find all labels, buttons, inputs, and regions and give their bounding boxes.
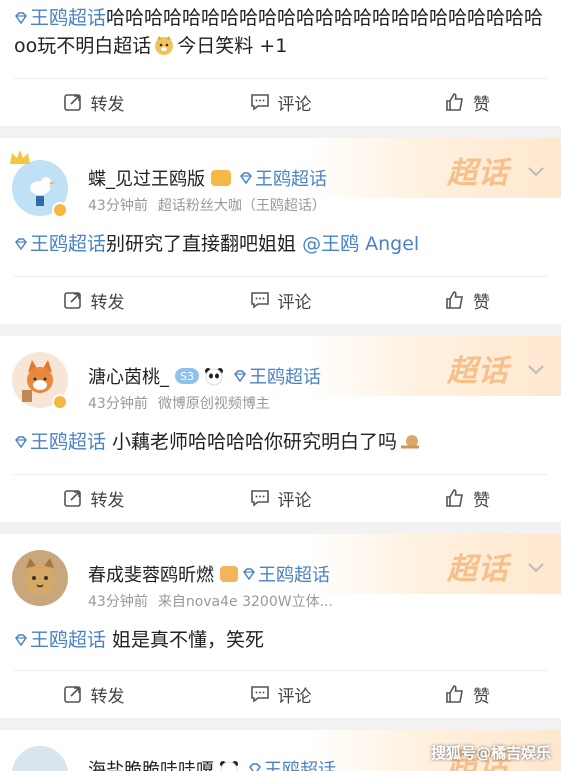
verified-badge — [52, 394, 68, 410]
repost-icon — [63, 490, 81, 507]
user-row: 溏心茵桃_ S3 王鸥超话 — [88, 363, 321, 389]
diamond-icon — [240, 172, 252, 185]
panda-icon — [220, 761, 238, 771]
post-meta: 43分钟前 微博原创视频博主 — [88, 393, 270, 413]
supertopic-logo: 超话 — [447, 156, 509, 191]
action-bar: 转发 评论 赞 — [0, 674, 561, 714]
username[interactable]: 海盐脆脆哇哇嘎 — [88, 756, 214, 771]
post-text: 王鸥超话 小藕老师哈哈哈哈你研究明白了吗 — [0, 428, 437, 456]
repost-button[interactable]: 转发 — [0, 674, 187, 714]
diamond-icon — [234, 370, 246, 383]
topic-tag[interactable]: 王鸥超话 — [239, 165, 327, 191]
fan-badge-icon — [220, 566, 238, 582]
fan-badge-icon — [211, 170, 231, 186]
divider — [14, 78, 547, 79]
divider — [14, 276, 547, 277]
action-bar: 转发 评论 赞 — [0, 280, 561, 320]
supertopic-logo: 超话 — [447, 552, 509, 587]
post-source: 微博原创视频博主 — [157, 396, 270, 412]
thumbs-up-icon — [446, 489, 463, 507]
action-bar: 转发 评论 赞 — [0, 478, 561, 518]
user-row: 蝶_见过王鸥版 王鸥超话 — [88, 165, 327, 191]
post-source: 超话粉丝大咖（王鸥超话） — [157, 198, 326, 214]
like-button[interactable]: 赞 — [374, 674, 561, 714]
crown-icon — [10, 150, 30, 164]
comment-icon — [250, 292, 269, 309]
comment-icon — [250, 94, 269, 111]
thumbs-up-icon — [446, 685, 463, 703]
post-card: 春成斐蓉鸥昕燃 王鸥超话 43分钟前 来自nova4e 3200W立体... 超话… — [0, 534, 561, 718]
comment-button[interactable]: 评论 — [187, 674, 374, 714]
diamond-icon — [15, 238, 27, 251]
cat-avatar-icon — [25, 558, 55, 595]
level-badge: S3 — [175, 368, 199, 384]
diamond-icon — [243, 568, 255, 581]
chevron-down-icon[interactable] — [527, 364, 545, 376]
like-button[interactable]: 赞 — [374, 82, 561, 122]
repost-button[interactable]: 转发 — [0, 82, 187, 122]
username[interactable]: 蝶_见过王鸥版 — [88, 165, 205, 191]
post-text: 王鸥超话 姐是真不懂，笑死 — [0, 626, 278, 654]
snail-emoji-icon — [401, 435, 420, 449]
thumbs-up-icon — [446, 93, 463, 111]
repost-icon — [63, 292, 81, 309]
supertopic-logo: 超话 — [447, 354, 509, 389]
avatar[interactable] — [12, 550, 68, 606]
post-text: 王鸥超话哈哈哈哈哈哈哈哈哈哈哈哈哈哈哈哈哈哈哈哈哈哈哈 oo玩不明白超话 今日笑料… — [14, 7, 544, 57]
mention-link[interactable]: @王鸥 Angel — [302, 233, 419, 255]
repost-icon — [63, 686, 81, 703]
post-time: 43分钟前 — [88, 396, 148, 412]
diamond-icon — [249, 763, 261, 771]
chevron-down-icon[interactable] — [527, 166, 545, 178]
panda-icon — [204, 368, 223, 386]
user-row: 春成斐蓉鸥昕燃 王鸥超话 — [88, 561, 330, 587]
watermark: 搜狐号@橘吉娱乐 — [430, 744, 551, 762]
post-source: 来自nova4e 3200W立体... — [157, 594, 333, 610]
doge-emoji-icon — [155, 36, 174, 55]
like-button[interactable]: 赞 — [374, 478, 561, 518]
action-bar: 转发 评论 赞 — [0, 82, 561, 122]
topic-link[interactable]: 王鸥超话 — [14, 629, 106, 651]
topic-tag[interactable]: 王鸥超话 — [248, 756, 336, 771]
chevron-down-icon[interactable] — [527, 562, 545, 574]
diamond-icon — [15, 634, 27, 647]
user-row: 海盐脆脆哇哇嘎 王鸥超话 — [88, 756, 336, 771]
topic-link[interactable]: 王鸥超话 — [14, 233, 106, 255]
topic-link[interactable]: 王鸥超话 — [14, 7, 106, 29]
verified-badge — [52, 202, 68, 218]
post-card: 蝶_见过王鸥版 王鸥超话 43分钟前 超话粉丝大咖（王鸥超话） 超话 王鸥超话别研… — [0, 138, 561, 324]
comment-icon — [250, 686, 269, 703]
comment-icon — [250, 490, 269, 507]
divider — [14, 670, 547, 671]
repost-button[interactable]: 转发 — [0, 478, 187, 518]
post-text: 王鸥超话别研究了直接翻吧姐姐 @王鸥 Angel — [0, 230, 433, 258]
comment-button[interactable]: 评论 — [187, 280, 374, 320]
thumbs-up-icon — [446, 291, 463, 309]
repost-icon — [63, 94, 81, 111]
like-button[interactable]: 赞 — [374, 280, 561, 320]
username[interactable]: 溏心茵桃_ — [88, 363, 169, 389]
post-time: 43分钟前 — [88, 594, 148, 610]
topic-link[interactable]: 王鸥超话 — [14, 431, 106, 453]
post-card: 王鸥超话哈哈哈哈哈哈哈哈哈哈哈哈哈哈哈哈哈哈哈哈哈哈哈 oo玩不明白超话 今日笑料… — [0, 0, 561, 126]
comment-button[interactable]: 评论 — [187, 82, 374, 122]
topic-tag[interactable]: 王鸥超话 — [242, 561, 330, 587]
username[interactable]: 春成斐蓉鸥昕燃 — [88, 561, 214, 587]
diamond-icon — [15, 12, 27, 25]
post-card: 溏心茵桃_ S3 王鸥超话 43分钟前 微博原创视频博主 超话 王鸥超话 小藕老师… — [0, 336, 561, 522]
weibo-feed: 王鸥超话哈哈哈哈哈哈哈哈哈哈哈哈哈哈哈哈哈哈哈哈哈哈哈 oo玩不明白超话 今日笑料… — [0, 0, 561, 771]
avatar[interactable] — [12, 746, 68, 771]
repost-button[interactable]: 转发 — [0, 280, 187, 320]
diamond-icon — [15, 436, 27, 449]
topic-tag[interactable]: 王鸥超话 — [233, 363, 321, 389]
post-time: 43分钟前 — [88, 198, 148, 214]
post-meta: 43分钟前 来自nova4e 3200W立体... — [88, 591, 333, 611]
comment-button[interactable]: 评论 — [187, 478, 374, 518]
post-meta: 43分钟前 超话粉丝大咖（王鸥超话） — [88, 195, 326, 215]
divider — [14, 474, 547, 475]
